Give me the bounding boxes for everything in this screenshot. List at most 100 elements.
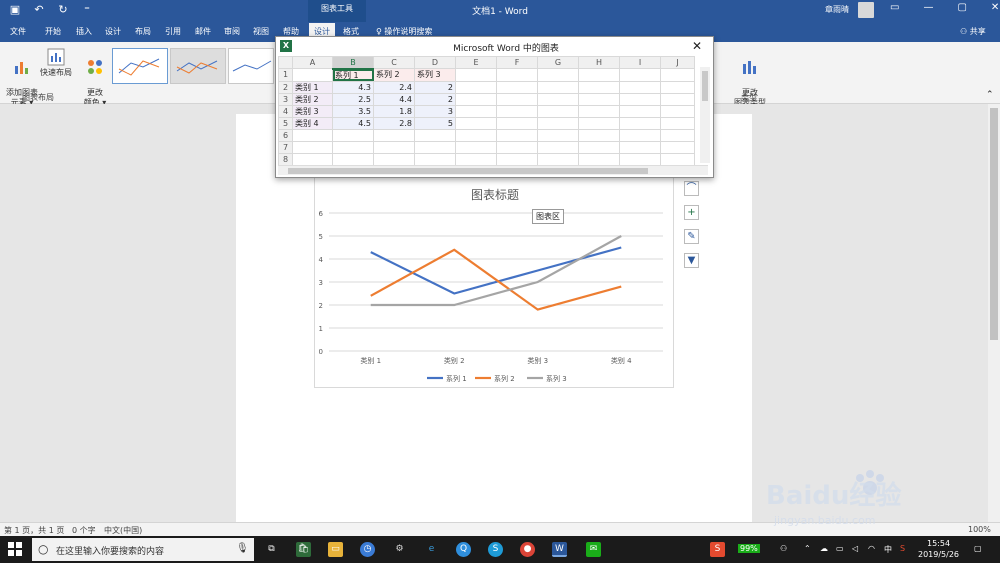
cell[interactable]	[332, 140, 374, 154]
cell[interactable]	[578, 68, 620, 82]
column-header[interactable]: B	[332, 56, 374, 70]
system-clock[interactable]: 15:54 2019/5/26	[918, 538, 959, 560]
cell[interactable]	[292, 152, 333, 166]
excel-data-window[interactable]: X Microsoft Word 中的图表 ✕ A B C D E F G H I J 1 系列 1系…	[275, 36, 714, 178]
row-header[interactable]: 1	[278, 68, 293, 82]
people-icon[interactable]: ⚇	[780, 544, 787, 553]
collapse-ribbon-icon[interactable]: ⌃	[986, 90, 994, 100]
cell[interactable]: 类别 2	[292, 92, 333, 106]
cell[interactable]	[496, 116, 538, 130]
cell[interactable]	[537, 140, 579, 154]
excel-vertical-scrollbar[interactable]	[700, 67, 710, 163]
settings-gear-icon[interactable]: ⚙	[392, 542, 407, 557]
chart-styles-button[interactable]: ✎	[684, 229, 699, 244]
tab-view[interactable]: 视图	[253, 26, 269, 37]
column-header[interactable]: G	[537, 56, 579, 69]
excel-horizontal-scrollbar[interactable]	[278, 165, 708, 175]
excel-title-bar[interactable]: X Microsoft Word 中的图表 ✕	[276, 37, 713, 55]
cell[interactable]: 系列 2	[373, 68, 415, 82]
cell[interactable]: 2	[414, 92, 456, 106]
cell[interactable]	[537, 68, 579, 82]
cell[interactable]	[537, 128, 579, 142]
cell[interactable]	[619, 140, 661, 154]
cell[interactable]	[455, 152, 497, 166]
cell[interactable]	[619, 68, 661, 82]
zoom-level[interactable]: 100%	[968, 525, 991, 534]
cell[interactable]	[332, 128, 374, 142]
cell[interactable]	[660, 140, 695, 154]
excel-close-button[interactable]: ✕	[692, 39, 702, 53]
cell[interactable]: 类别 1	[292, 80, 333, 94]
cell[interactable]: 3	[414, 104, 456, 118]
cell[interactable]	[578, 92, 620, 106]
cell[interactable]	[292, 68, 333, 82]
column-header[interactable]: H	[578, 56, 620, 69]
excel-vertical-scroll-thumb[interactable]	[702, 71, 708, 101]
cell[interactable]	[496, 152, 538, 166]
ribbon-display-options-button[interactable]: ▭	[890, 2, 899, 13]
browser-q-icon[interactable]: Q	[456, 542, 471, 557]
chart-style-2[interactable]	[170, 48, 226, 84]
cell[interactable]	[496, 128, 538, 142]
tab-references[interactable]: 引用	[165, 26, 181, 37]
row-header[interactable]: 5	[278, 116, 293, 130]
tray-overflow-icon[interactable]: ⌃	[804, 544, 811, 553]
minimize-button[interactable]: —	[923, 2, 933, 13]
column-header[interactable]: I	[619, 56, 661, 69]
store-icon[interactable]: 🛍	[296, 542, 311, 557]
chart-area[interactable]: 图表标题 0 1 2 3 4 5 6 类别 1 类别 2 类别 3 类别 4 系列 1 系列 2 系列 3	[314, 176, 674, 388]
battery-indicator[interactable]: 99%	[738, 544, 760, 553]
task-view-icon[interactable]: ⧉	[264, 542, 279, 557]
cell[interactable]	[578, 104, 620, 118]
language-indicator[interactable]: 中文(中国)	[104, 525, 142, 536]
word-count[interactable]: 0 个字	[72, 525, 96, 536]
cell[interactable]	[496, 92, 538, 106]
cell[interactable]	[496, 104, 538, 118]
save-icon[interactable]: ▣	[8, 3, 22, 16]
excel-horizontal-scroll-thumb[interactable]	[288, 168, 648, 174]
cell[interactable]	[496, 68, 538, 82]
cell[interactable]	[373, 152, 415, 166]
clock-app-icon[interactable]: ◷	[360, 542, 375, 557]
cell[interactable]	[455, 128, 497, 142]
cell[interactable]	[578, 140, 620, 154]
quick-layout-button[interactable]: 快速布局	[40, 48, 72, 78]
cell[interactable]: 1.8	[373, 104, 415, 118]
wifi-icon[interactable]: ◠	[868, 544, 875, 553]
column-header[interactable]: A	[292, 56, 333, 69]
cell[interactable]	[619, 80, 661, 94]
cell[interactable]	[455, 80, 497, 94]
volume-icon[interactable]: ◁	[852, 544, 858, 553]
cell[interactable]: 2.4	[373, 80, 415, 94]
column-header[interactable]: C	[373, 56, 415, 69]
cell[interactable]	[537, 104, 579, 118]
cell[interactable]	[373, 128, 415, 142]
redo-icon[interactable]: ↻	[56, 3, 70, 16]
cell[interactable]	[496, 80, 538, 94]
cell[interactable]	[537, 80, 579, 94]
taskbar-search-box[interactable]: ○ 在这里输入你要搜索的内容 🎙	[32, 538, 254, 561]
cell[interactable]	[660, 152, 695, 166]
spreadsheet-grid[interactable]: A B C D E F G H I J 1 系列 1 系列 2 系列 3 2 类别 1 4.3 2.4 2 3 类别 2…	[278, 56, 695, 166]
column-header[interactable]: F	[496, 56, 538, 69]
column-header[interactable]: D	[414, 56, 456, 69]
cell[interactable]	[619, 128, 661, 142]
share-button[interactable]: ⚇ 共享	[960, 26, 986, 37]
cell[interactable]	[332, 152, 374, 166]
cell[interactable]	[578, 116, 620, 130]
tab-home[interactable]: 开始	[45, 26, 61, 37]
ie-browser-icon[interactable]: e	[424, 542, 439, 557]
close-button[interactable]: ✕	[991, 2, 999, 13]
chart-elements-button[interactable]: +	[684, 205, 699, 220]
cell[interactable]: 类别 4	[292, 116, 333, 130]
change-colors-button[interactable]: 更改 颜色 ▾	[80, 48, 110, 108]
cell[interactable]	[292, 140, 333, 154]
row-header[interactable]: 6	[278, 128, 293, 142]
cell[interactable]	[619, 104, 661, 118]
tab-review[interactable]: 审阅	[224, 26, 240, 37]
row-header[interactable]: 8	[278, 152, 293, 166]
cell[interactable]	[660, 128, 695, 142]
customize-qat-icon[interactable]: ⁼	[80, 3, 94, 16]
column-header[interactable]: J	[660, 56, 695, 69]
tab-insert[interactable]: 插入	[76, 26, 92, 37]
